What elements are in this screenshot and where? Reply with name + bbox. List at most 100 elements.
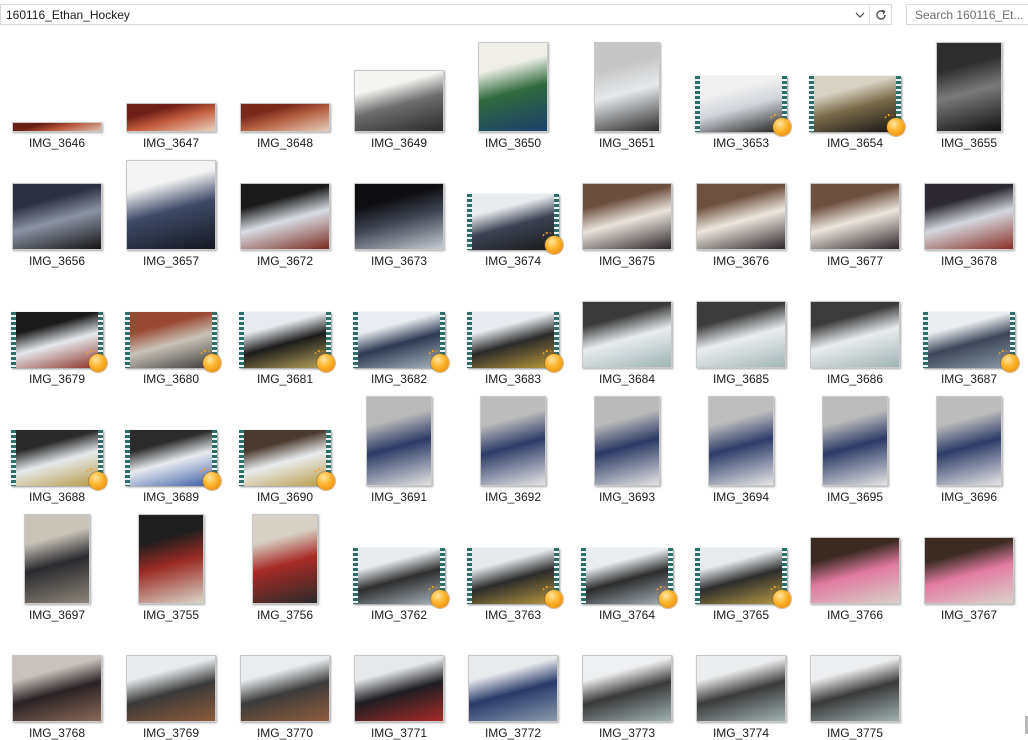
file-item[interactable]: IMG_3676 [684,148,798,268]
file-item[interactable]: IMG_3763 [456,502,570,622]
file-item[interactable]: IMG_3765 [684,502,798,622]
explorer-toolbar: 160116_Ethan_Hockey [0,0,1028,30]
file-item[interactable]: IMG_3675 [570,148,684,268]
image-thumbnail [696,183,786,250]
file-item[interactable]: IMG_3771 [342,620,456,740]
file-item[interactable]: IMG_3688 [0,384,114,504]
file-item[interactable]: IMG_3770 [228,620,342,740]
play-icon [659,590,677,608]
image-thumbnail [240,183,330,250]
file-item[interactable]: IMG_3647 [114,30,228,150]
file-item[interactable]: IMG_3691 [342,384,456,504]
play-icon [203,472,221,490]
image-thumbnail [822,396,888,486]
file-item[interactable]: IMG_3653 [684,30,798,150]
file-item[interactable]: IMG_3654 [798,30,912,150]
file-item[interactable]: IMG_3657 [114,148,228,268]
file-item[interactable]: IMG_3655 [912,30,1026,150]
thumbnail-area [0,502,114,606]
file-item[interactable]: IMG_3755 [114,502,228,622]
file-item[interactable]: IMG_3692 [456,384,570,504]
file-item[interactable]: IMG_3768 [0,620,114,740]
file-item[interactable]: IMG_3767 [912,502,1026,622]
play-icon [431,590,449,608]
thumbnail-area [228,620,342,724]
file-item[interactable]: IMG_3674 [456,148,570,268]
play-icon [887,118,905,136]
thumbnail-area [342,148,456,252]
thumbnail-area [114,620,228,724]
file-item[interactable]: IMG_3656 [0,148,114,268]
file-item[interactable]: IMG_3690 [228,384,342,504]
file-item[interactable]: IMG_3756 [228,502,342,622]
play-icon [317,472,335,490]
file-item[interactable]: IMG_3672 [228,148,342,268]
file-item[interactable]: IMG_3774 [684,620,798,740]
image-thumbnail [696,655,786,722]
file-item[interactable]: IMG_3686 [798,266,912,386]
file-item[interactable]: IMG_3773 [570,620,684,740]
file-item[interactable]: IMG_3681 [228,266,342,386]
search-box[interactable] [906,4,1028,25]
file-item[interactable]: IMG_3772 [456,620,570,740]
file-item[interactable]: IMG_3677 [798,148,912,268]
image-thumbnail [810,301,900,368]
refresh-button[interactable] [871,6,891,23]
file-item[interactable]: IMG_3693 [570,384,684,504]
file-item[interactable]: IMG_3649 [342,30,456,150]
thumbnail-area [912,384,1026,488]
image-thumbnail [468,655,558,722]
file-item[interactable]: IMG_3646 [0,30,114,150]
thumbnail-area [228,266,342,372]
image-thumbnail [696,301,786,368]
file-item[interactable]: IMG_3769 [114,620,228,740]
file-item[interactable]: IMG_3682 [342,266,456,386]
play-icon [1001,354,1019,372]
file-item[interactable]: IMG_3697 [0,502,114,622]
file-item[interactable]: IMG_3684 [570,266,684,386]
image-thumbnail [810,537,900,604]
thumbnail-area [228,148,342,252]
file-item[interactable]: IMG_3673 [342,148,456,268]
image-thumbnail [354,655,444,722]
thumbnail-area [798,30,912,136]
file-item[interactable]: IMG_3648 [228,30,342,150]
file-item[interactable]: IMG_3683 [456,266,570,386]
thumbnail-area [456,148,570,254]
thumbnail-area [798,384,912,488]
file-item[interactable]: IMG_3696 [912,384,1026,504]
file-item[interactable]: IMG_3679 [0,266,114,386]
thumbnail-area [570,148,684,252]
address-history-button[interactable] [851,6,869,23]
file-item[interactable]: IMG_3650 [456,30,570,150]
address-bar[interactable]: 160116_Ethan_Hockey [0,4,892,25]
file-item[interactable]: IMG_3766 [798,502,912,622]
play-icon [545,354,563,372]
thumbnail-area [570,620,684,724]
image-thumbnail [810,655,900,722]
file-item[interactable]: IMG_3685 [684,266,798,386]
thumbnail-area [798,502,912,606]
thumbnail-area [0,266,114,372]
file-item[interactable]: IMG_3687 [912,266,1026,386]
file-item[interactable]: IMG_3762 [342,502,456,622]
thumbnail-area [912,148,1026,252]
thumbnail-area [228,30,342,134]
file-item[interactable]: IMG_3680 [114,266,228,386]
file-item[interactable]: IMG_3651 [570,30,684,150]
thumbnail-area [114,384,228,490]
file-item[interactable]: IMG_3695 [798,384,912,504]
thumbnail-area [342,502,456,608]
thumbnail-area [114,502,228,606]
file-item[interactable]: IMG_3694 [684,384,798,504]
file-item[interactable]: IMG_3764 [570,502,684,622]
search-input[interactable] [907,5,1027,24]
image-thumbnail [354,70,444,132]
thumbnail-area [0,620,114,724]
file-item[interactable]: IMG_3689 [114,384,228,504]
play-icon [203,354,221,372]
image-thumbnail [126,655,216,722]
thumbnail-area [912,30,1026,134]
file-item[interactable]: IMG_3678 [912,148,1026,268]
file-item[interactable]: IMG_3775 [798,620,912,740]
